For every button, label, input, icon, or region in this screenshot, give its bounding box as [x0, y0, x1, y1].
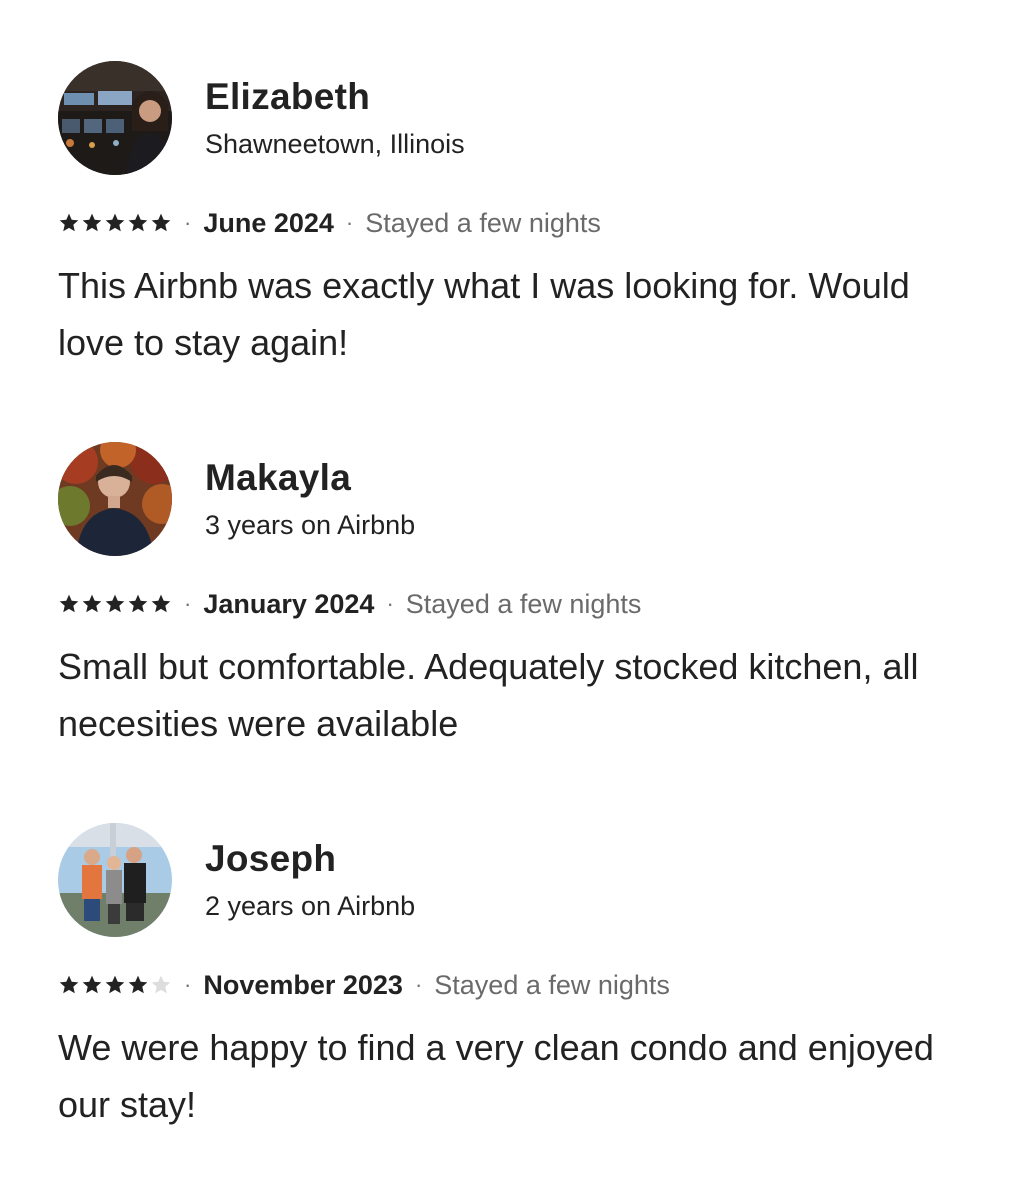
stay-type: Stayed a few nights [365, 207, 601, 238]
reviewer-name[interactable]: Joseph [205, 837, 415, 881]
review-header: Makayla 3 years on Airbnb [58, 441, 978, 557]
star-rating [58, 974, 172, 996]
review-date: November 2023 [203, 969, 403, 1000]
star-icon [127, 212, 149, 234]
star-icon [150, 212, 172, 234]
review-meta: · June 2024 · Stayed a few nights [58, 203, 978, 243]
star-icon [127, 593, 149, 615]
stay-type: Stayed a few nights [405, 588, 642, 619]
review-card: Joseph 2 years on Airbnb · November 2023… [58, 822, 978, 1133]
reviewer-info: Makayla 3 years on Airbnb [205, 456, 415, 542]
star-icon [81, 974, 103, 996]
separator-dot: · [184, 591, 192, 616]
reviewer-info: Elizabeth Shawneetown, Illinois [205, 75, 465, 161]
separator-dot: · [414, 972, 423, 997]
review-text: Small but comfortable. Adequately stocke… [58, 646, 919, 744]
review-text: This Airbnb was exactly what I was looki… [58, 265, 910, 363]
star-icon [81, 212, 103, 234]
review-header: Joseph 2 years on Airbnb [58, 822, 978, 938]
review-header: Elizabeth Shawneetown, Illinois [58, 60, 978, 176]
star-icon [150, 974, 172, 996]
review-meta: · November 2023 · Stayed a few nights [58, 965, 978, 1005]
review-meta: · January 2024 · Stayed a few nights [58, 584, 978, 624]
reviewer-tenure: 3 years on Airbnb [205, 510, 416, 540]
reviewer-name[interactable]: Makayla [205, 456, 415, 500]
separator-dot: · [386, 591, 394, 616]
star-icon [104, 974, 126, 996]
separator-dot: · [345, 210, 354, 235]
avatar[interactable] [58, 823, 172, 937]
reviewer-info: Joseph 2 years on Airbnb [205, 837, 415, 923]
avatar-image-autumn-portrait [58, 442, 172, 556]
star-icon [58, 212, 80, 234]
separator-dot: · [184, 210, 192, 235]
avatar[interactable] [58, 61, 172, 175]
reviewer-tenure: 2 years on Airbnb [205, 891, 416, 921]
separator-dot: · [184, 972, 192, 997]
star-icon [58, 974, 80, 996]
review-date: January 2024 [203, 588, 375, 619]
star-icon [58, 593, 80, 615]
star-icon [104, 212, 126, 234]
star-icon [104, 593, 126, 615]
review-card: Elizabeth Shawneetown, Illinois · June 2… [58, 60, 978, 371]
star-rating [58, 212, 172, 234]
stay-type: Stayed a few nights [434, 969, 670, 1000]
review-date: June 2024 [203, 207, 334, 238]
avatar-image-cockpit [58, 61, 172, 175]
star-icon [127, 974, 149, 996]
star-icon [150, 593, 172, 615]
reviewer-location: Shawneetown, Illinois [205, 129, 465, 159]
star-rating [58, 593, 172, 615]
review-card: Makayla 3 years on Airbnb · January 2024… [58, 441, 978, 752]
reviewer-name[interactable]: Elizabeth [205, 75, 465, 119]
star-icon [81, 593, 103, 615]
avatar-image-group-photo [58, 823, 172, 937]
review-text: We were happy to find a very clean condo… [58, 1027, 934, 1125]
avatar[interactable] [58, 442, 172, 556]
